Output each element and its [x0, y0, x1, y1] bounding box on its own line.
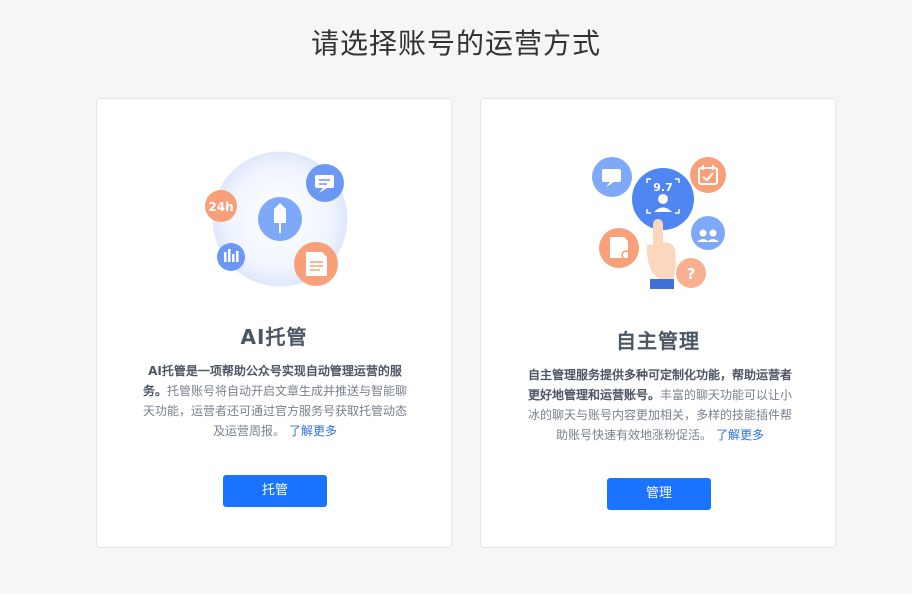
users-icon: [691, 216, 725, 250]
svg-text:?: ?: [687, 265, 696, 283]
ai-hosting-title: AI托管: [240, 325, 308, 349]
question-icon: ?: [676, 258, 706, 288]
self-manage-title: 自主管理: [616, 329, 700, 353]
document-icon: [294, 242, 338, 286]
bar-chart-icon: [217, 243, 245, 271]
chat-bubble-icon: [306, 164, 344, 202]
self-manage-illustration: 9.7 ?: [592, 157, 726, 289]
pen-icon: [258, 197, 302, 241]
ai-hosting-illustration: 24h: [205, 151, 348, 287]
manage-button[interactable]: 管理: [607, 478, 711, 510]
calendar-icon: [690, 157, 726, 193]
chat-bubble-icon: [592, 157, 632, 197]
page-title: 请选择账号的运营方式: [310, 27, 601, 60]
self-manage-description: 自主管理服务提供多种可定制化功能，帮助运营者更好地管理和运营账号。丰富的聊天功能…: [523, 365, 797, 445]
ai-hosting-desc-rest: 托管账号将自动开启文章生成并推送与智能聊天功能，运营者还可通过官方服务号获取托管…: [142, 384, 408, 438]
pointing-hand-icon: [647, 219, 676, 289]
host-button[interactable]: 托管: [223, 475, 327, 507]
clock-24h-icon: 24h: [205, 190, 237, 222]
profile-score-icon: 9.7: [632, 168, 694, 230]
self-learn-more-link[interactable]: 了解更多: [716, 428, 764, 442]
document-search-icon: [599, 228, 639, 268]
ai-hosting-card[interactable]: 24h AI托管 AI托管是一项帮助公众号实现自动管理运营的服务。托管账号将自动…: [96, 98, 452, 548]
self-manage-card[interactable]: 9.7 ? 自主管理 自主管理服务提供多种可定制化功能，帮助运营者更好地管理和运…: [480, 98, 836, 548]
svg-text:24h: 24h: [208, 200, 233, 214]
ai-hosting-description: AI托管是一项帮助公众号实现自动管理运营的服务。托管账号将自动开启文章生成并推送…: [141, 361, 409, 441]
ai-learn-more-link[interactable]: 了解更多: [289, 424, 337, 438]
svg-text:9.7: 9.7: [653, 181, 673, 194]
